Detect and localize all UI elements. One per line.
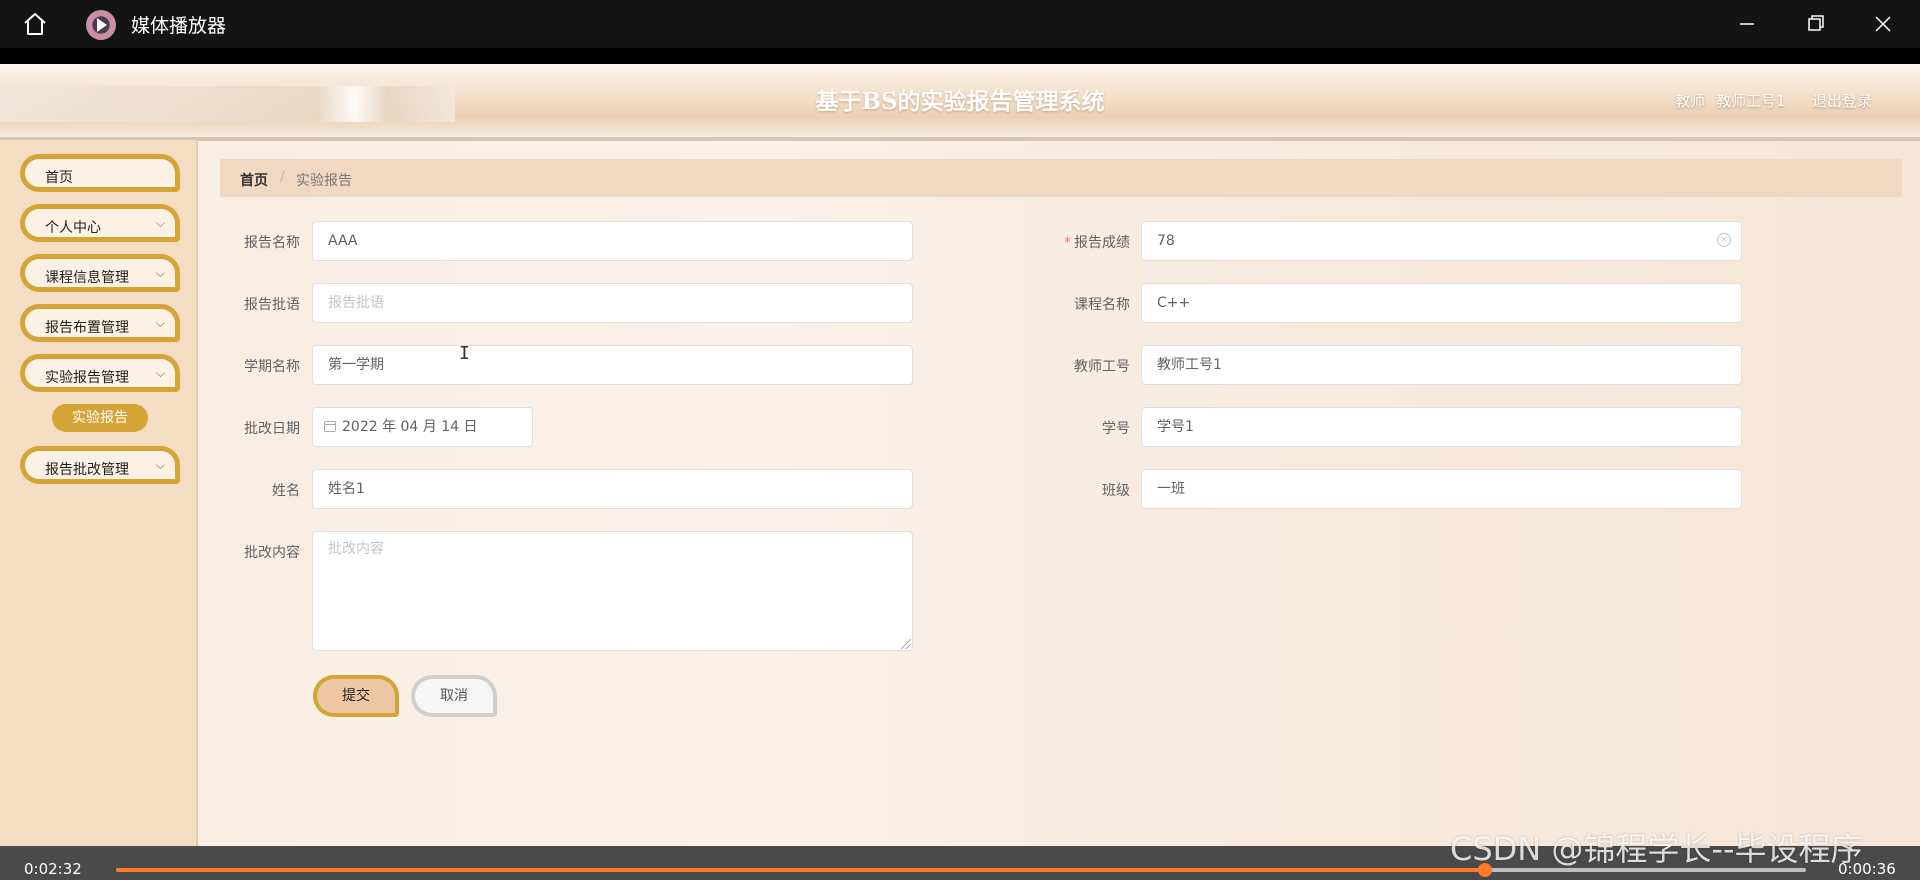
review-content-label: 批改内容 <box>244 545 300 561</box>
close-icon[interactable] <box>1863 8 1903 40</box>
video-letterbox <box>0 48 1920 64</box>
player-title-bar: 媒体播放器 <box>0 0 1920 48</box>
seek-bar-progress <box>116 868 1485 872</box>
review-date-value: 2022 年 04 月 14 日 <box>342 419 478 435</box>
breadcrumb-home[interactable]: 首页 <box>240 170 268 190</box>
class-label: 班级 <box>1102 483 1130 499</box>
sidebar-item-label: 课程信息管理 <box>45 270 129 286</box>
text-cursor-icon: I <box>459 343 470 364</box>
name-label: 姓名 <box>272 483 300 499</box>
report-comment-input[interactable]: 报告批语 <box>312 283 913 323</box>
report-comment-label: 报告批语 <box>244 297 300 313</box>
sidebar-item-label: 报告批改管理 <box>45 462 129 478</box>
report-score-value: 78 <box>1157 233 1175 249</box>
sidebar-item-label: 首页 <box>45 170 73 186</box>
review-content-placeholder: 批改内容 <box>328 541 384 557</box>
breadcrumb: 首页 / 实验报告 <box>220 159 1902 197</box>
sidebar: 首页 个人中心 ⌵ 课程信息管理 ⌵ 报告布置管理 ⌵ 实验报告管理 ⌵ 实验报… <box>0 140 198 846</box>
sidebar-item-course-info[interactable]: 课程信息管理 ⌵ <box>20 254 180 292</box>
sidebar-item-home[interactable]: 首页 <box>20 154 180 192</box>
review-date-label: 批改日期 <box>244 421 300 437</box>
required-mark: * <box>1064 235 1071 251</box>
chevron-down-icon: ⌵ <box>155 366 165 380</box>
name-input[interactable]: 姓名1 <box>312 469 913 509</box>
system-header: 基于BS的实验报告管理系统 教师 教师工号1 退出登录 <box>0 64 1920 141</box>
review-date-picker[interactable]: 2022 年 04 月 14 日 <box>312 407 533 447</box>
submit-button[interactable]: 提交 <box>313 675 399 717</box>
student-id-input[interactable]: 学号1 <box>1141 407 1742 447</box>
class-input[interactable]: 一班 <box>1141 469 1742 509</box>
user-name: 教师工号1 <box>1716 92 1786 110</box>
cancel-button[interactable]: 取消 <box>411 675 497 717</box>
restore-icon[interactable] <box>1795 8 1835 40</box>
student-id-label: 学号 <box>1102 421 1130 437</box>
course-name-label: 课程名称 <box>1074 297 1130 313</box>
sidebar-item-report-assignment[interactable]: 报告布置管理 ⌵ <box>20 304 180 342</box>
sidebar-item-report-review[interactable]: 报告批改管理 ⌵ <box>20 446 180 484</box>
user-role: 教师 <box>1675 92 1706 110</box>
sidebar-item-label: 个人中心 <box>45 220 101 236</box>
report-name-label: 报告名称 <box>244 235 300 251</box>
sidebar-item-label: 报告布置管理 <box>45 320 129 336</box>
report-score-label: * 报告成绩 <box>1064 235 1130 251</box>
chevron-down-icon: ⌵ <box>155 458 165 472</box>
system-title: 基于BS的实验报告管理系统 <box>815 88 1105 115</box>
course-name-input[interactable]: C++ <box>1141 283 1742 323</box>
breadcrumb-current: 实验报告 <box>296 173 352 189</box>
media-player-logo-icon <box>86 10 116 40</box>
breadcrumb-separator: / <box>280 169 285 185</box>
calendar-icon <box>324 421 336 432</box>
report-name-input[interactable]: AAA <box>312 221 913 261</box>
chevron-down-icon: ⌵ <box>155 316 165 330</box>
chevron-down-icon: ⌵ <box>155 216 165 230</box>
sidebar-item-label: 实验报告管理 <box>45 370 129 386</box>
report-score-input[interactable]: 78 × <box>1141 221 1742 261</box>
semester-label: 学期名称 <box>244 359 300 375</box>
teacher-id-input[interactable]: 教师工号1 <box>1141 345 1742 385</box>
app-title: 媒体播放器 <box>131 15 227 37</box>
current-time: 0:02:32 <box>24 860 82 878</box>
resize-handle-icon[interactable] <box>901 639 911 649</box>
review-content-textarea[interactable]: 批改内容 <box>312 531 913 651</box>
clear-icon[interactable]: × <box>1717 233 1731 247</box>
teacher-id-label: 教师工号 <box>1074 359 1130 375</box>
chevron-down-icon: ⌵ <box>155 266 165 280</box>
semester-input[interactable]: 第一学期 <box>312 345 913 385</box>
sidebar-item-personal-center[interactable]: 个人中心 ⌵ <box>20 204 180 242</box>
sidebar-item-lab-report[interactable]: 实验报告管理 ⌵ <box>20 354 180 392</box>
home-icon[interactable] <box>18 8 52 40</box>
logout-link[interactable]: 退出登录 <box>1812 90 1872 111</box>
watermark: CSDN @锦程学长--毕设程序 <box>1450 830 1863 868</box>
app-window: 基于BS的实验报告管理系统 教师 教师工号1 退出登录 首页 个人中心 ⌵ 课程… <box>0 64 1920 846</box>
sidebar-subitem-lab-report[interactable]: 实验报告 <box>52 404 148 432</box>
minimize-icon[interactable] <box>1727 8 1767 40</box>
